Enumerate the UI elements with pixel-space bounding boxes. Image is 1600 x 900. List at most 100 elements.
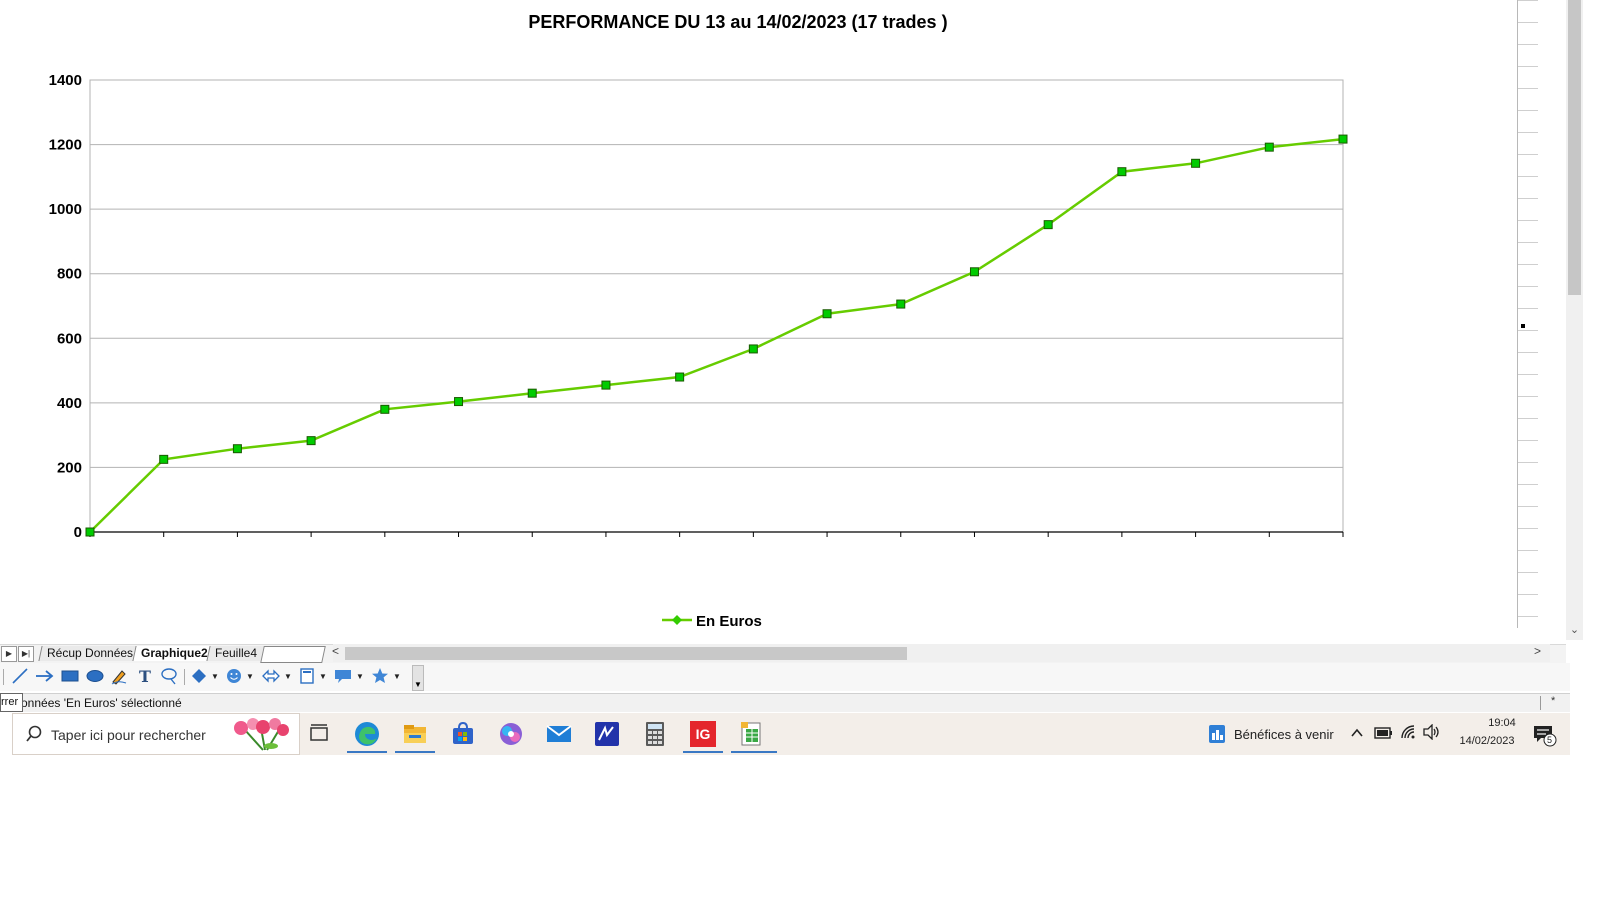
notification-count-badge: 5 [1547, 735, 1553, 745]
y-axis: 0 200 400 600 800 1000 1200 1400 [49, 72, 82, 541]
x-axis [89, 531, 1344, 537]
data-point [159, 454, 169, 464]
scroll-right-icon[interactable]: > [1534, 644, 1546, 658]
scroll-left-icon[interactable]: < [332, 644, 344, 658]
tab-recup-donnees[interactable]: Récup Données [38, 646, 142, 661]
status-separator [1540, 696, 1541, 710]
legend: En Euros [662, 613, 762, 630]
resize-handle [1521, 324, 1525, 328]
y-tick-label: 1400 [49, 72, 82, 89]
rectangle-icon[interactable] [60, 663, 80, 689]
tab-add-area[interactable] [260, 646, 326, 663]
data-point [1043, 220, 1053, 230]
svg-text:T: T [139, 667, 151, 686]
toolbar-separator [184, 669, 185, 685]
store-icon[interactable] [448, 719, 478, 749]
status-text: onnées 'En Euros' sélectionné [21, 696, 182, 710]
smiley-icon[interactable]: ▼ [225, 663, 254, 689]
flowers-icon [227, 716, 293, 759]
copilot-icon[interactable] [496, 719, 526, 749]
search-icon [25, 725, 43, 748]
search-placeholder: Taper ici pour rechercher [51, 727, 206, 743]
data-point [601, 380, 611, 390]
tray-notification-text[interactable]: Bénéfices à venir [1234, 727, 1334, 742]
data-point [748, 344, 758, 354]
chart: 0 200 400 600 800 1000 1200 1400 PERFORMANCE DU… [49, 12, 1348, 630]
data-point [1264, 142, 1274, 152]
legend-label: En Euros [696, 613, 762, 630]
scroll-down-icon[interactable]: ⌄ [1566, 622, 1583, 638]
y-tick-label: 1200 [49, 137, 82, 154]
data-point [1338, 134, 1348, 144]
data-point [306, 436, 316, 446]
tooltip: rrer [0, 693, 23, 712]
text-icon[interactable]: T [136, 663, 154, 689]
task-view-icon[interactable] [304, 719, 334, 749]
data-point [380, 404, 390, 414]
taskbar-search-box[interactable]: Taper ici pour rechercher [12, 713, 300, 755]
battery-icon[interactable] [1374, 726, 1394, 745]
toolbar-overflow-icon[interactable]: ▼ [412, 665, 424, 691]
ig-active-indicator [683, 751, 723, 753]
y-tick-label: 0 [74, 524, 82, 541]
star-icon[interactable]: ▼ [370, 663, 401, 689]
app-m-icon[interactable] [592, 719, 622, 749]
y-tick-label: 400 [57, 395, 82, 412]
speech-bubble-icon[interactable]: ▼ [333, 663, 364, 689]
notification-app-icon[interactable] [1207, 723, 1227, 750]
flowchart-icon[interactable]: ▼ [298, 663, 327, 689]
ig-icon[interactable]: IG [688, 719, 718, 749]
diamond-shapes-icon[interactable]: ▼ [190, 663, 219, 689]
status-modified-indicator: * [1551, 695, 1556, 707]
data-point [1117, 167, 1127, 177]
arrow-icon[interactable] [34, 663, 56, 689]
status-bar: onnées 'En Euros' sélectionné * [0, 693, 1570, 712]
calc-active-indicator [731, 751, 777, 753]
y-tick-label: 800 [57, 266, 82, 283]
calculator-icon[interactable] [640, 719, 670, 749]
y-tick-label: 1000 [49, 201, 82, 218]
data-point [85, 527, 95, 537]
y-tick-label: 600 [57, 330, 82, 347]
tab-feuille4[interactable]: Feuille4 [206, 646, 266, 661]
edge-active-indicator [347, 751, 387, 753]
wifi-icon[interactable] [1400, 724, 1418, 745]
horizontal-scrollbar-thumb[interactable] [345, 647, 907, 660]
explorer-active-indicator [395, 751, 435, 753]
ig-label: IG [690, 721, 716, 747]
y-tick-label: 200 [57, 459, 82, 476]
chevron-up-icon[interactable] [1350, 726, 1364, 745]
drawing-toolbar: T ▼ ▼ ▼ ▼ ▼ ▼ ▼ [0, 663, 1570, 691]
data-point [527, 388, 537, 398]
tab-graphique2[interactable]: Graphique2 [132, 646, 217, 661]
edge-icon[interactable] [352, 719, 382, 749]
notifications-icon[interactable] [1532, 723, 1558, 752]
freeform-icon[interactable] [110, 663, 130, 689]
data-point [969, 267, 979, 277]
data-point [1191, 158, 1201, 168]
calc-spreadsheet-icon[interactable] [736, 719, 766, 749]
volume-icon[interactable] [1422, 723, 1442, 745]
callout-icon[interactable] [159, 663, 179, 689]
plot-area [89, 79, 1344, 533]
chart-title: PERFORMANCE DU 13 au 14/02/2023 (17 trad… [528, 12, 947, 32]
data-point [896, 299, 906, 309]
line-icon[interactable] [10, 663, 30, 689]
sheet-grid-column [1517, 0, 1538, 628]
taskbar: Taper ici pour rechercher IG Bénéfices à… [12, 713, 1570, 755]
double-arrow-icon[interactable]: ▼ [261, 663, 292, 689]
data-point [454, 397, 464, 407]
file-explorer-icon[interactable] [400, 719, 430, 749]
ellipse-icon[interactable] [85, 663, 105, 689]
clock-time[interactable]: 19:04 [1467, 717, 1537, 729]
data-point [675, 372, 685, 382]
clock-date[interactable]: 14/02/2023 [1452, 735, 1522, 747]
data-point [232, 444, 242, 454]
scroll-tabs-next-icon[interactable]: ▶ [1, 646, 17, 662]
legend-marker-icon [672, 615, 682, 625]
scroll-tabs-last-icon[interactable]: ▶| [18, 646, 34, 662]
vertical-scrollbar-thumb[interactable] [1568, 0, 1581, 295]
data-point [822, 309, 832, 319]
mail-icon[interactable] [544, 719, 574, 749]
toolbar-separator [3, 669, 4, 685]
